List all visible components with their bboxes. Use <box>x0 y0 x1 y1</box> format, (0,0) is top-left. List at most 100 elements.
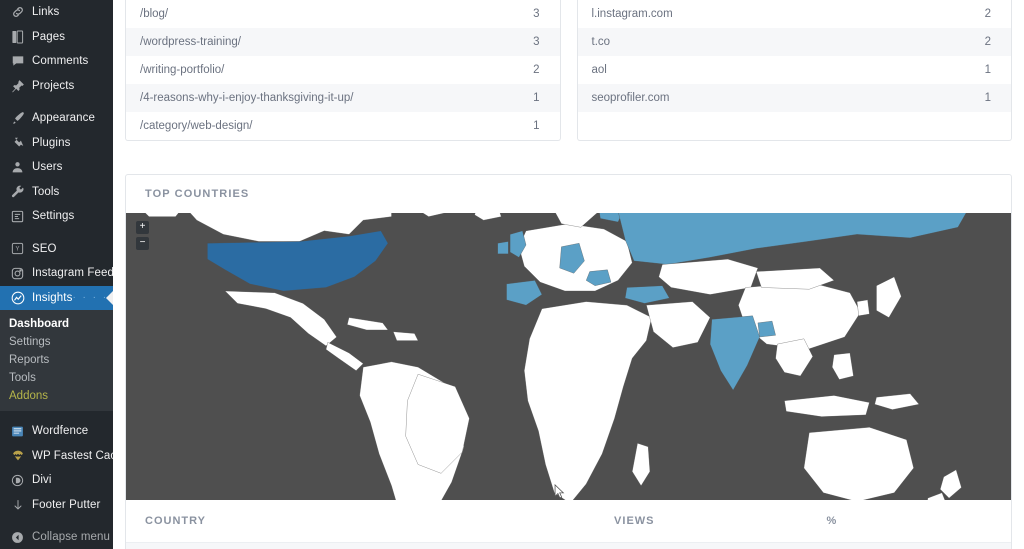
brush-icon <box>9 110 26 126</box>
country-ireland[interactable] <box>497 241 509 254</box>
svg-text:Y: Y <box>16 247 20 253</box>
sidebar-item-seo[interactable]: Y SEO <box>0 237 113 262</box>
sidebar-item-instagram-feed[interactable]: Instagram Feed <box>0 261 113 286</box>
fastest-cache-icon <box>9 448 26 464</box>
sidebar-item-links[interactable]: Links <box>0 0 113 25</box>
top-countries-header: TOP COUNTRIES <box>126 175 1011 213</box>
sidebar-item-comments[interactable]: Comments <box>0 49 113 74</box>
table-row[interactable]: t.co 2 <box>577 28 1011 56</box>
footer-putter-icon <box>9 497 26 513</box>
sidebar-item-label: Tools <box>32 185 60 198</box>
card-title: TOP COUNTRIES <box>145 188 250 200</box>
submenu-item-dashboard[interactable]: Dashboard <box>0 315 113 333</box>
sidebar-item-insights[interactable]: Insights · · · · <box>0 285 113 310</box>
sidebar-divider <box>0 411 113 419</box>
table-row[interactable]: /category/web-design/ 1 <box>126 112 560 140</box>
seo-icon: Y <box>9 241 26 257</box>
sidebar-item-label: Footer Putter <box>32 498 101 511</box>
insights-icon <box>9 290 26 306</box>
page-views: 1 <box>487 84 560 112</box>
submenu-item-settings[interactable]: Settings <box>0 333 113 351</box>
sidebar-item-label: Instagram Feed <box>32 267 113 280</box>
map-zoom-out-button[interactable]: − <box>136 237 149 250</box>
sidebar-item-label: Comments <box>32 55 89 68</box>
sidebar-divider <box>0 229 113 237</box>
plug-icon <box>9 135 26 151</box>
top-pages-table: /blog/ 3 /wordpress-training/ 3 /writing… <box>126 0 560 140</box>
user-icon <box>9 159 26 175</box>
instagram-icon <box>9 265 26 281</box>
top-countries-table: COUNTRY VIEWS % United States 34 46.58% <box>126 500 1011 549</box>
table-row[interactable]: /writing-portfolio/ 2 <box>126 56 560 84</box>
sidebar-item-label: Pages <box>32 30 66 43</box>
map-zoom-controls[interactable]: + − <box>136 221 149 250</box>
world-map-svg[interactable] <box>126 213 1011 500</box>
table-row[interactable]: United States 34 46.58% <box>126 542 1011 549</box>
page-views: 3 <box>487 28 560 56</box>
divi-icon <box>9 472 26 488</box>
submenu-item-tools[interactable]: Tools <box>0 369 113 387</box>
country-percent: 46.58% <box>807 542 1011 549</box>
table-row[interactable]: l.instagram.com 2 <box>578 0 1012 28</box>
sidebar-item-label: Wordfence <box>32 425 89 438</box>
sidebar-item-tools[interactable]: Tools <box>0 180 113 205</box>
submenu-item-reports[interactable]: Reports <box>0 351 113 369</box>
sidebar-item-wordfence[interactable]: Wordfence <box>0 419 113 444</box>
column-header-views[interactable]: VIEWS <box>595 500 808 543</box>
sidebar-item-label: Appearance <box>32 112 96 125</box>
country-australia[interactable] <box>803 427 914 500</box>
table-row[interactable]: aol 1 <box>578 56 1012 84</box>
page-views: 2 <box>533 64 540 76</box>
page-path: /writing-portfolio/ <box>140 64 225 76</box>
sidebar-item-label: Insights <box>32 291 73 304</box>
pages-icon <box>9 29 26 45</box>
table-header-row: COUNTRY VIEWS % <box>126 500 1011 543</box>
page-path: /blog/ <box>140 8 169 20</box>
wordfence-icon <box>9 423 26 439</box>
sidebar-divider <box>0 517 113 525</box>
column-header-percent[interactable]: % <box>807 500 1011 543</box>
country-korea[interactable] <box>856 299 870 316</box>
sidebar-item-label: Users <box>32 161 63 174</box>
referral-source: t.co <box>577 28 939 56</box>
wrench-icon <box>9 184 26 200</box>
sidebar-divider <box>0 98 113 106</box>
referral-source: l.instagram.com <box>591 8 673 20</box>
sidebar-item-users[interactable]: Users <box>0 155 113 180</box>
submenu-item-addons[interactable]: Addons <box>0 387 113 405</box>
comments-icon <box>9 53 26 69</box>
sidebar-item-divi[interactable]: Divi <box>0 468 113 493</box>
sidebar-item-pages[interactable]: Pages <box>0 25 113 50</box>
sidebar-item-footer-putter[interactable]: Footer Putter <box>0 493 113 518</box>
link-icon <box>9 4 26 20</box>
column-header-country[interactable]: COUNTRY <box>126 500 596 543</box>
referral-source: aol <box>591 64 607 76</box>
table-row[interactable]: /4-reasons-why-i-enjoy-thanksgiving-it-u… <box>126 84 560 112</box>
main-content: /blog/ 3 /wordpress-training/ 3 /writing… <box>113 0 1024 549</box>
referral-views: 1 <box>939 84 1011 112</box>
sidebar-item-wp-fastest-cache[interactable]: WP Fastest Cache <box>0 444 113 469</box>
map-zoom-in-button[interactable]: + <box>136 221 149 234</box>
insights-submenu: Dashboard Settings Reports Tools Addons <box>0 310 113 411</box>
sidebar-item-projects[interactable]: Projects <box>0 74 113 99</box>
sidebar-item-label: Settings <box>32 210 75 223</box>
admin-sidebar: Links Pages Comments Projects Appearance… <box>0 0 113 549</box>
table-row[interactable]: /blog/ 3 <box>126 0 560 28</box>
top-pages-card: /blog/ 3 /wordpress-training/ 3 /writing… <box>125 0 561 141</box>
sidebar-item-plugins[interactable]: Plugins <box>0 131 113 156</box>
table-row[interactable]: seoprofiler.com 1 <box>577 84 1011 112</box>
sidebar-item-collapse-menu[interactable]: Collapse menu <box>0 525 113 549</box>
page-views: 3 <box>533 8 540 20</box>
referral-views: 2 <box>939 28 1011 56</box>
world-map[interactable]: + − <box>126 213 1011 500</box>
table-row[interactable]: /wordpress-training/ 3 <box>126 28 560 56</box>
page-path: /4-reasons-why-i-enjoy-thanksgiving-it-u… <box>126 84 488 112</box>
pin-icon <box>9 78 26 94</box>
country-views: 34 <box>595 542 808 549</box>
sidebar-item-label: Links <box>32 6 60 19</box>
top-report-cards: /blog/ 3 /wordpress-training/ 3 /writing… <box>125 0 1012 141</box>
sidebar-item-appearance[interactable]: Appearance <box>0 106 113 131</box>
admin-screen: Links Pages Comments Projects Appearance… <box>0 0 1024 549</box>
table-filler-row <box>578 112 1012 126</box>
sidebar-item-settings[interactable]: Settings <box>0 204 113 229</box>
